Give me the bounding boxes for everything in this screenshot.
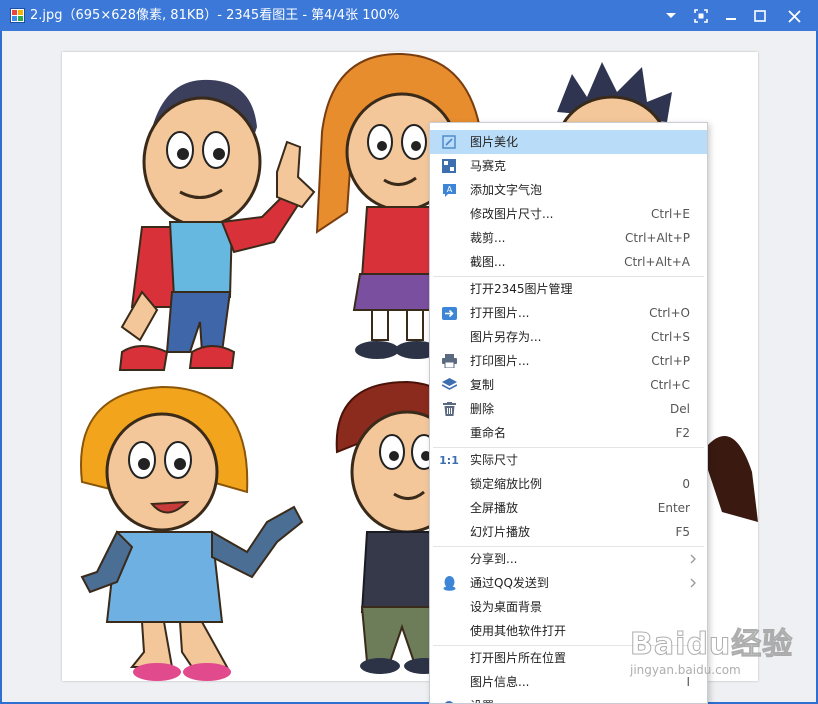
menu-item-save-as[interactable]: 图片另存为... Ctrl+S xyxy=(430,325,707,349)
maximize-button[interactable] xyxy=(747,4,773,28)
title-bar[interactable]: 2.jpg（695×628像素, 81KB）- 2345看图王 - 第4/4张 … xyxy=(0,0,818,31)
menu-item-open-manager[interactable]: 打开2345图片管理 xyxy=(430,277,707,301)
menu-item-image-beautify[interactable]: 图片美化 xyxy=(430,130,707,154)
menu-item-print[interactable]: 打印图片... Ctrl+P xyxy=(430,349,707,373)
actual-size-icon: 1:1 xyxy=(439,452,459,468)
menu-item-settings[interactable]: 设置 xyxy=(430,694,707,703)
close-button[interactable] xyxy=(781,4,807,28)
trash-icon xyxy=(441,401,457,417)
svg-text:1:1: 1:1 xyxy=(439,454,459,467)
menu-item-actual-size[interactable]: 1:1 实际尺寸 xyxy=(430,448,707,472)
minimize-icon xyxy=(726,18,736,20)
menu-item-mosaic[interactable]: 马赛克 xyxy=(430,154,707,178)
submenu-arrow-icon xyxy=(690,553,696,567)
menu-item-copy[interactable]: 复制 Ctrl+C xyxy=(430,373,707,397)
dropdown-button[interactable] xyxy=(658,4,684,28)
fit-screen-icon xyxy=(694,9,708,23)
baidu-jingyan-watermark: Baidu经验 jingyan.baidu.com xyxy=(624,617,792,687)
menu-item-share[interactable]: 分享到... xyxy=(430,547,707,571)
boy-red-jacket-figure xyxy=(118,79,316,371)
mosaic-icon xyxy=(441,158,457,174)
open-icon xyxy=(441,305,457,321)
girl-blonde-figure xyxy=(80,385,304,681)
text-bubble-icon: A xyxy=(441,182,457,198)
settings-icon xyxy=(441,698,457,703)
menu-item-crop[interactable]: 裁剪... Ctrl+Alt+P xyxy=(430,226,707,250)
menu-item-resize[interactable]: 修改图片尺寸... Ctrl+E xyxy=(430,202,707,226)
menu-item-slideshow[interactable]: 幻灯片播放 F5 xyxy=(430,520,707,544)
menu-item-rename[interactable]: 重命名 F2 xyxy=(430,421,707,445)
window-title: 2.jpg（695×628像素, 81KB）- 2345看图王 - 第4/4张 … xyxy=(30,8,400,23)
menu-item-screenshot[interactable]: 截图... Ctrl+Alt+A xyxy=(430,250,707,274)
menu-item-lock-zoom[interactable]: 锁定缩放比例 0 xyxy=(430,472,707,496)
menu-item-text-bubble[interactable]: A 添加文字气泡 xyxy=(430,178,707,202)
menu-item-fullscreen[interactable]: 全屏播放 Enter xyxy=(430,496,707,520)
app-logo-icon xyxy=(10,8,25,23)
qq-icon xyxy=(441,575,457,591)
menu-item-send-qq[interactable]: 通过QQ发送到 xyxy=(430,571,707,595)
print-icon xyxy=(441,353,457,369)
minimize-button[interactable] xyxy=(718,4,744,28)
copy-icon xyxy=(441,377,457,393)
watermark-logo-text: Baidu经验 xyxy=(629,627,794,663)
dropdown-icon xyxy=(666,13,676,18)
menu-item-set-wallpaper[interactable]: 设为桌面背景 xyxy=(430,595,707,619)
menu-item-delete[interactable]: 删除 Del xyxy=(430,397,707,421)
submenu-arrow-icon xyxy=(690,577,696,591)
svg-text:A: A xyxy=(446,185,452,194)
menu-item-open-image[interactable]: 打开图片... Ctrl+O xyxy=(430,301,707,325)
edit-icon xyxy=(441,134,457,150)
fit-screen-button[interactable] xyxy=(688,4,714,28)
close-icon xyxy=(787,9,801,23)
watermark-url: jingyan.baidu.com xyxy=(630,663,741,677)
maximize-icon xyxy=(754,10,766,22)
